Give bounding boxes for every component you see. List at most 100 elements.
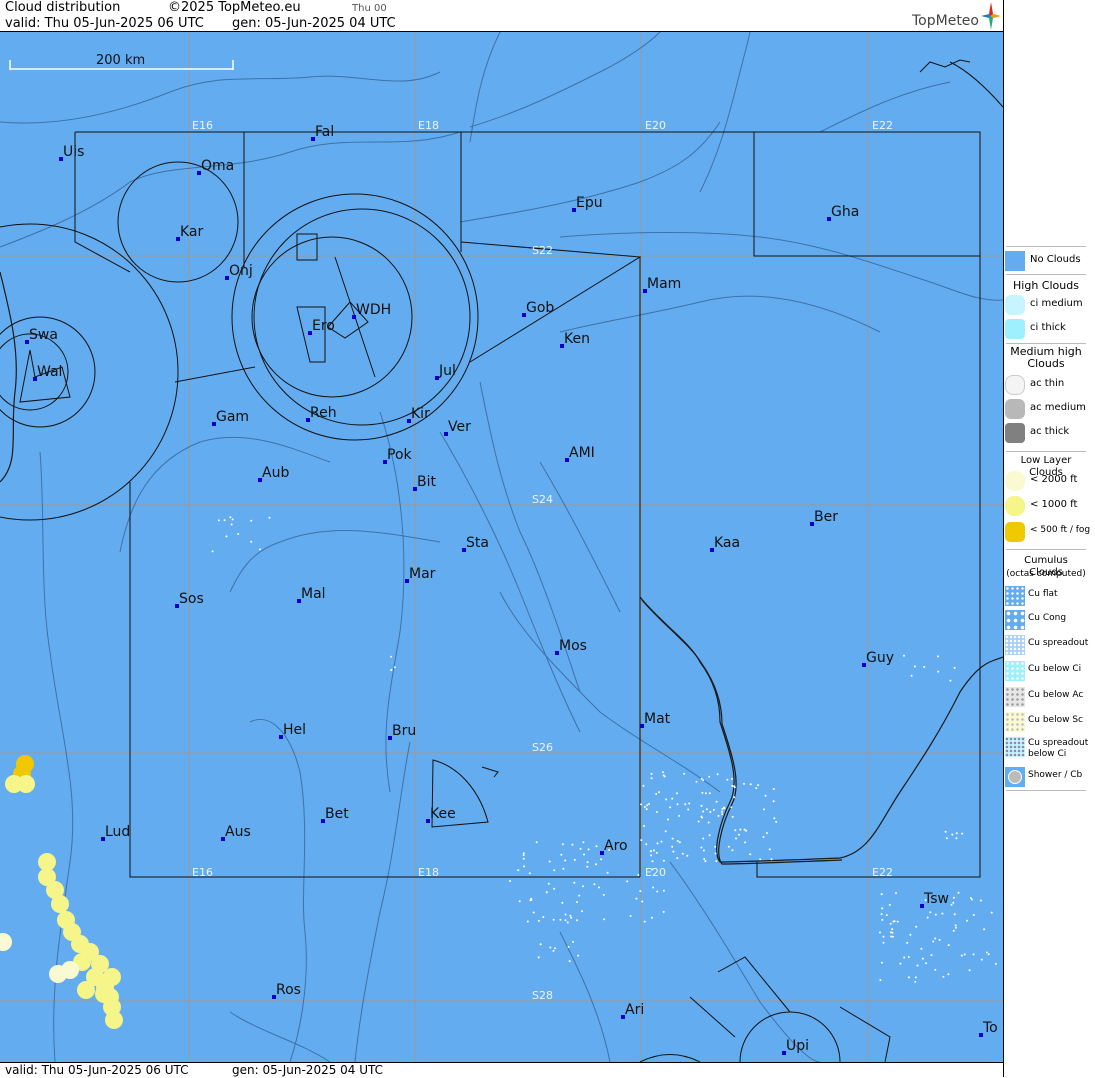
station-label: Epu: [576, 195, 603, 211]
station-lud[interactable]: Lud: [101, 824, 130, 841]
station-bit[interactable]: Bit: [413, 474, 436, 491]
station-ari[interactable]: Ari: [621, 1002, 644, 1019]
station-onj[interactable]: Onj: [225, 263, 253, 280]
station-label: Mal: [301, 586, 326, 602]
station-bet[interactable]: Bet: [321, 806, 349, 823]
station-mat[interactable]: Mat: [640, 711, 671, 728]
low-500-swatch: [1005, 522, 1025, 542]
station-gob[interactable]: Gob: [522, 300, 554, 317]
station-kee[interactable]: Kee: [426, 806, 456, 823]
station-label: Onj: [229, 263, 253, 279]
station-hel[interactable]: Hel: [279, 722, 306, 739]
station-reh[interactable]: Reh: [306, 405, 337, 422]
station-label: Ari: [625, 1002, 644, 1018]
station-epu[interactable]: Epu: [572, 195, 603, 212]
station-jul[interactable]: Jul: [435, 363, 456, 380]
station-swa[interactable]: Swa: [25, 327, 58, 344]
cu-below-sc-swatch: [1005, 712, 1025, 732]
station-label: Uis: [63, 144, 84, 160]
legend-label: ac thick: [1030, 426, 1070, 437]
legend-label: ac thin: [1030, 378, 1065, 389]
station-label: Ver: [448, 419, 471, 435]
station-kar[interactable]: Kar: [176, 224, 204, 241]
compass-logo-icon: [981, 2, 1001, 30]
lon-label-e20-bottom: E20: [645, 866, 666, 879]
station-label: Jul: [438, 363, 456, 379]
copyright: ©2025 TopMeteo.eu: [168, 0, 301, 15]
station-bru[interactable]: Bru: [388, 723, 416, 740]
low-2000-swatch: [1005, 471, 1025, 491]
cloud-map[interactable]: 200 km E16 E18 E20 E22 E16 E18 E20 E22 S…: [0, 32, 1003, 1062]
station-wal[interactable]: Wal: [33, 364, 62, 381]
station-gam[interactable]: Gam: [212, 409, 249, 426]
station-guy[interactable]: Guy: [862, 650, 894, 667]
legend-ac-thin: ac thin: [1004, 374, 1094, 396]
legend-label: Cu spreadout below Ci: [1028, 738, 1089, 759]
footer-valid-time: valid: Thu 05-Jun-2025 06 UTC: [5, 1063, 189, 1077]
station-sos[interactable]: Sos: [175, 591, 204, 608]
legend-label: Shower / Cb: [1028, 770, 1083, 780]
station-label: Guy: [866, 650, 894, 666]
station-gha[interactable]: Gha: [827, 204, 859, 221]
cu-spread-ci-swatch: [1005, 737, 1025, 757]
legend-label: < 500 ft / fog: [1030, 525, 1091, 535]
legend-label: Cu spreadout: [1028, 638, 1089, 648]
map-background: [0, 32, 1003, 1062]
station-ber[interactable]: Ber: [810, 509, 838, 526]
station-oma[interactable]: Oma: [197, 158, 234, 175]
station-fal[interactable]: Fal: [311, 124, 334, 141]
lon-label-e22-top: E22: [872, 119, 893, 132]
station-mam[interactable]: Mam: [643, 276, 681, 293]
legend-cu-below-ci: Cu below Ci: [1004, 660, 1094, 682]
station-kir[interactable]: Kir: [407, 406, 430, 423]
station-ami[interactable]: AMI: [565, 445, 595, 462]
station-label: Kar: [180, 224, 204, 240]
lat-label-s26: S26: [532, 741, 553, 754]
lat-label-s24: S24: [532, 493, 553, 506]
station-aro[interactable]: Aro: [600, 838, 628, 855]
cu-cong-swatch: [1005, 610, 1025, 630]
ac-thick-swatch: [1005, 423, 1025, 443]
station-ken[interactable]: Ken: [560, 331, 590, 348]
station-label: Mos: [559, 638, 587, 654]
station-label: Kee: [430, 806, 456, 822]
cu-below-ci-swatch: [1005, 661, 1025, 681]
station-label: Sta: [466, 535, 489, 551]
station-upi[interactable]: Upi: [782, 1038, 809, 1055]
station-wdh[interactable]: WDH: [352, 302, 391, 319]
lon-label-e18-top: E18: [418, 119, 439, 132]
legend-ci-thick: ci thick: [1004, 318, 1094, 340]
station-label: Sos: [179, 591, 204, 607]
station-label: Tsw: [923, 891, 949, 907]
station-label: Gam: [216, 409, 249, 425]
station-sta[interactable]: Sta: [462, 535, 489, 552]
legend-label: Cu Cong: [1028, 613, 1067, 623]
station-uis[interactable]: Uis: [59, 144, 84, 161]
station-tsw[interactable]: Tsw: [920, 891, 949, 908]
station-pok[interactable]: Pok: [383, 447, 413, 464]
valid-time: valid: Thu 05-Jun-2025 06 UTC: [5, 16, 204, 31]
station-label: Bet: [325, 806, 349, 822]
lat-label-s28: S28: [532, 989, 553, 1002]
lon-label-e16-top: E16: [192, 119, 213, 132]
legend-separator: [1006, 274, 1086, 275]
station-ros[interactable]: Ros: [272, 982, 301, 999]
station-label: Mar: [409, 566, 436, 582]
station-label: Bit: [417, 474, 436, 490]
station-mos[interactable]: Mos: [555, 638, 587, 655]
legend-ac-thick: ac thick: [1004, 422, 1094, 444]
station-label: Wal: [37, 364, 62, 380]
legend-no-clouds: No Clouds: [1004, 250, 1094, 272]
station-kaa[interactable]: Kaa: [710, 535, 740, 552]
station-ver[interactable]: Ver: [444, 419, 471, 436]
legend-panel: No Clouds High Clouds ci medium ci thick…: [1003, 0, 1095, 1077]
station-aub[interactable]: Aub: [258, 465, 289, 482]
station-aus[interactable]: Aus: [221, 824, 251, 841]
cu-spread-swatch: [1005, 635, 1025, 655]
station-mar[interactable]: Mar: [405, 566, 436, 583]
station-label: Fal: [315, 124, 334, 140]
legend-ci-medium: ci medium: [1004, 294, 1094, 316]
station-mal[interactable]: Mal: [297, 586, 326, 603]
station-ero[interactable]: Ero: [308, 318, 335, 335]
station-label: Upi: [786, 1038, 809, 1054]
